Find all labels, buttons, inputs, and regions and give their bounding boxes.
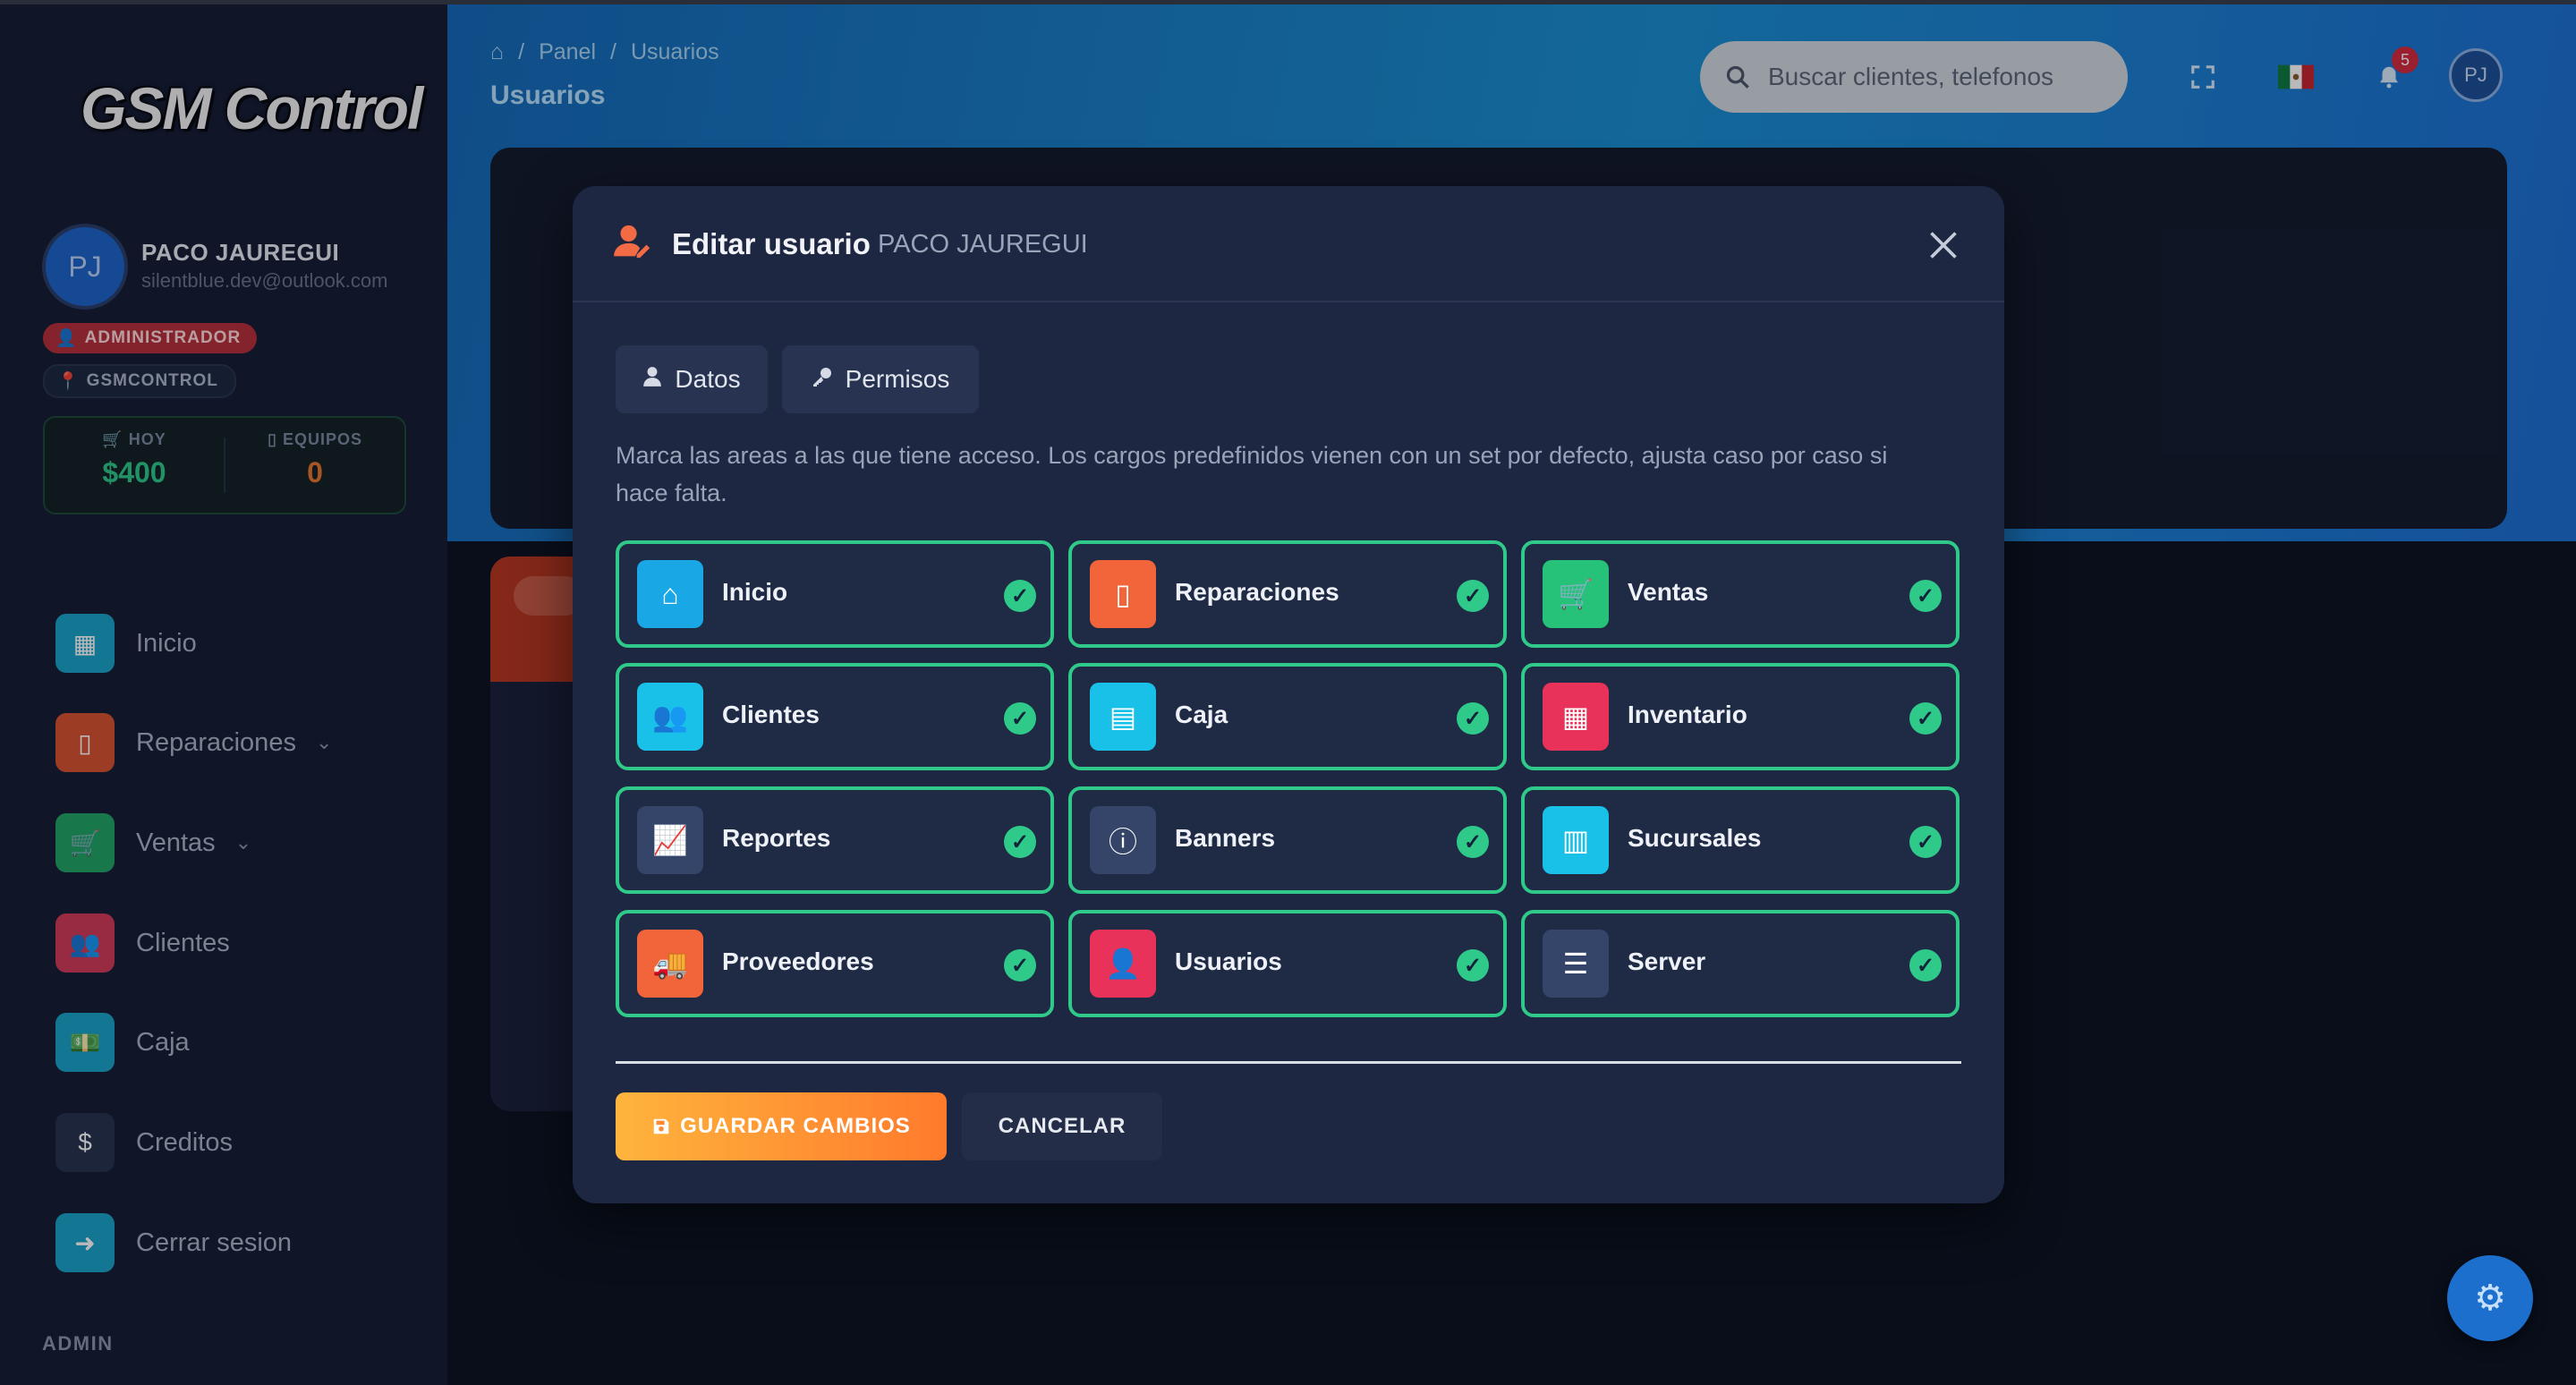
check-icon: ✓ xyxy=(1457,580,1489,612)
gear-icon: ⚙ xyxy=(2474,1279,2506,1318)
permission-server[interactable]: ☰ Server ✓ xyxy=(1521,910,1960,1017)
permission-label: Clientes xyxy=(722,701,820,728)
modal-footer-divider xyxy=(616,1061,1961,1064)
home-icon: ⌂ xyxy=(637,560,703,628)
users-icon: 👥 xyxy=(637,683,703,751)
check-icon: ✓ xyxy=(1909,949,1942,981)
permission-banners[interactable]: ⓘ Banners ✓ xyxy=(1068,786,1507,894)
permission-label: Caja xyxy=(1175,701,1228,728)
info-icon: ⓘ xyxy=(1090,806,1156,874)
truck-icon: 🚚 xyxy=(637,930,703,998)
permission-caja[interactable]: ▤ Caja ✓ xyxy=(1068,663,1507,770)
settings-fab[interactable]: ⚙ xyxy=(2447,1255,2533,1341)
permission-sucursales[interactable]: ▥ Sucursales ✓ xyxy=(1521,786,1960,894)
permission-usuarios[interactable]: 👤 Usuarios ✓ xyxy=(1068,910,1507,1017)
permission-label: Reparaciones xyxy=(1175,578,1339,606)
permission-inventario[interactable]: ▦ Inventario ✓ xyxy=(1521,663,1960,770)
permission-label: Inventario xyxy=(1628,701,1747,728)
permission-label: Usuarios xyxy=(1175,947,1282,975)
check-icon: ✓ xyxy=(1909,702,1942,735)
tab-permisos-label: Permisos xyxy=(845,365,950,393)
key-icon xyxy=(812,366,833,394)
permission-label: Reportes xyxy=(722,824,831,852)
permissions-description: Marca las areas a las que tiene acceso. … xyxy=(616,442,1888,506)
modal-subtitle: PACO JAUREGUI xyxy=(878,230,1088,259)
permission-reportes[interactable]: 📈 Reportes ✓ xyxy=(616,786,1054,894)
modal-title: Editar usuario xyxy=(672,227,871,260)
building-icon: ▥ xyxy=(1543,806,1609,874)
permission-proveedores[interactable]: 🚚 Proveedores ✓ xyxy=(616,910,1054,1017)
close-icon[interactable] xyxy=(1922,224,1965,267)
check-icon: ✓ xyxy=(1457,949,1489,981)
permission-label: Ventas xyxy=(1628,578,1709,606)
modal-header: Editar usuario PACO JAUREGUI xyxy=(573,186,2004,302)
permission-inicio[interactable]: ⌂ Inicio ✓ xyxy=(616,540,1054,648)
permission-clientes[interactable]: 👥 Clientes ✓ xyxy=(616,663,1054,770)
user-edit-icon xyxy=(614,224,653,268)
save-button[interactable]: GUARDAR CAMBIOS xyxy=(616,1092,947,1160)
check-icon: ✓ xyxy=(1004,826,1036,858)
user-icon xyxy=(642,366,662,394)
tab-datos-label: Datos xyxy=(675,365,741,393)
check-icon: ✓ xyxy=(1004,702,1036,735)
tab-permisos[interactable]: Permisos xyxy=(782,345,979,413)
edit-user-modal: Editar usuario PACO JAUREGUI Datos Permi… xyxy=(573,186,2004,1203)
permission-reparaciones[interactable]: ▯ Reparaciones ✓ xyxy=(1068,540,1507,648)
boxes-icon: ▦ xyxy=(1543,683,1609,751)
check-icon: ✓ xyxy=(1909,826,1942,858)
check-icon: ✓ xyxy=(1457,826,1489,858)
user-shield-icon: 👤 xyxy=(1090,930,1156,998)
permission-label: Inicio xyxy=(722,578,788,606)
check-icon: ✓ xyxy=(1909,580,1942,612)
permission-label: Server xyxy=(1628,947,1706,975)
cash-register-icon: ▤ xyxy=(1090,683,1156,751)
check-icon: ✓ xyxy=(1004,949,1036,981)
cart-icon: 🛒 xyxy=(1543,560,1609,628)
permission-ventas[interactable]: 🛒 Ventas ✓ xyxy=(1521,540,1960,648)
save-button-label: GUARDAR CAMBIOS xyxy=(680,1114,911,1138)
check-icon: ✓ xyxy=(1004,580,1036,612)
cancel-button[interactable]: CANCELAR xyxy=(962,1092,1162,1160)
permission-label: Banners xyxy=(1175,824,1276,852)
phone-icon: ▯ xyxy=(1090,560,1156,628)
server-icon: ☰ xyxy=(1543,930,1609,998)
chart-icon: 📈 xyxy=(637,806,703,874)
cancel-button-label: CANCELAR xyxy=(998,1114,1126,1138)
save-icon xyxy=(653,1118,669,1134)
check-icon: ✓ xyxy=(1457,702,1489,735)
permission-label: Proveedores xyxy=(722,947,874,975)
permission-label: Sucursales xyxy=(1628,824,1762,852)
tab-datos[interactable]: Datos xyxy=(616,345,768,413)
